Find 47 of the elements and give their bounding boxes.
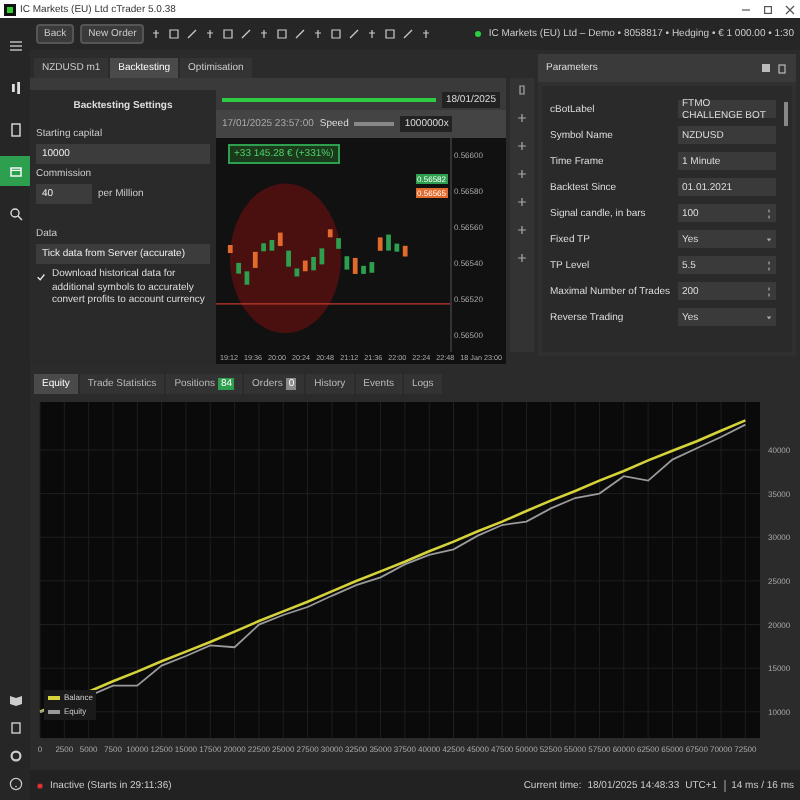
candle [261,243,266,252]
tool-icon[interactable] [516,252,528,264]
drawing-tool-icon[interactable] [258,28,271,40]
drawing-tool-icon[interactable] [420,28,433,40]
close-icon[interactable] [784,3,796,15]
spinner-icon[interactable] [766,285,772,297]
connection-dot-icon [474,30,483,38]
candle [252,251,258,268]
copy-icon[interactable] [7,720,23,736]
tool-icon[interactable] [516,196,528,208]
candle [227,245,233,253]
tool-icon[interactable] [516,112,528,124]
tool-icon[interactable] [516,140,528,152]
drawing-tool-icon[interactable] [312,28,325,40]
candle [319,248,325,265]
candle [236,262,241,274]
tool-icon[interactable] [516,84,528,96]
candle [361,265,366,274]
candle [386,234,391,251]
candle [369,262,375,273]
app-icon [4,3,16,15]
drawing-tool-icon[interactable] [204,28,217,40]
candle [336,238,341,249]
spinner-icon[interactable] [766,259,772,271]
drawing-tool-icon[interactable] [366,28,379,40]
maximize-icon[interactable] [762,3,774,15]
menu-icon [7,37,23,53]
status-dot-icon [36,781,44,789]
candle [311,256,316,271]
window-icon [7,163,23,179]
settings-icon[interactable] [7,748,23,764]
candle [377,237,383,251]
help-icon[interactable] [7,776,23,792]
tool-icon[interactable] [516,224,528,236]
drawing-tool-icon[interactable] [150,28,163,40]
candle [327,229,333,238]
minimize-icon[interactable] [740,3,752,15]
tool-icon[interactable] [516,168,528,180]
scrollbar[interactable] [784,102,788,126]
search-icon [7,205,23,221]
candle [286,250,291,267]
document-icon [7,121,23,137]
book-icon[interactable] [7,692,23,708]
spinner-icon[interactable] [766,207,772,219]
bars-icon [7,79,23,95]
checkbox[interactable] [36,272,46,282]
candle [244,271,250,285]
